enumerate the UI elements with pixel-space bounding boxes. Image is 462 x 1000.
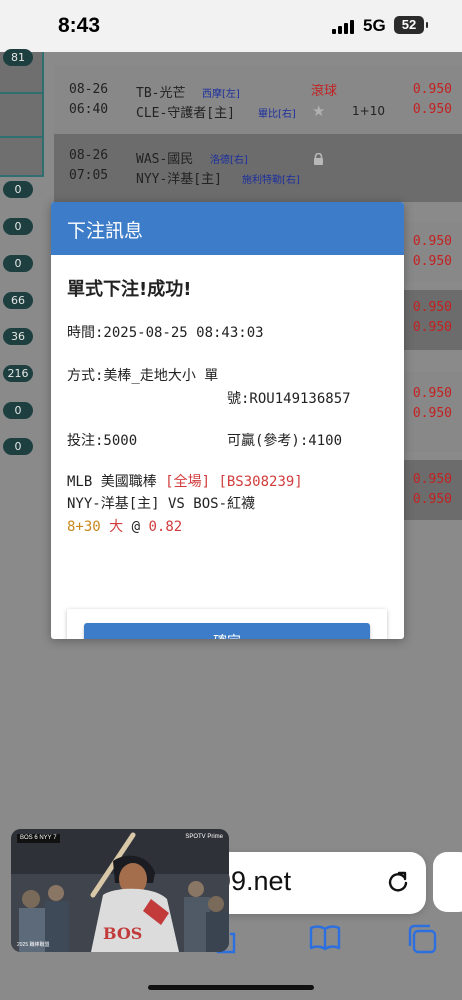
pitcher-away: 西摩[左]: [202, 89, 240, 100]
bookmarks-icon[interactable]: [308, 924, 342, 956]
bet-type: 滾球: [311, 84, 338, 99]
odds-over[interactable]: 0.950: [413, 300, 452, 315]
odds-under[interactable]: 0.950: [413, 406, 452, 421]
divider: [0, 92, 44, 94]
team-away: TB-光芒: [136, 86, 186, 101]
odds-under[interactable]: 0.950: [413, 492, 452, 507]
handicap: 1+10: [352, 104, 385, 118]
potential-win: 可贏(參考):4100: [227, 433, 343, 449]
count-badge[interactable]: 36: [3, 328, 33, 345]
lock-icon: [313, 150, 324, 165]
selection: 大: [109, 519, 124, 535]
odds-over[interactable]: 0.950: [413, 472, 452, 487]
odds-under[interactable]: 0.950: [413, 102, 452, 117]
bet-odds: 0.82: [148, 519, 183, 535]
count-badge[interactable]: 66: [3, 292, 33, 309]
sidebar: 81 0 0 0 66 36 216 0 0: [0, 49, 44, 472]
broadcast-caption: 2025 職棒聯盟: [17, 942, 50, 948]
odds-over[interactable]: 0.950: [413, 234, 452, 249]
league-line: MLB 美國職棒 [全場] [BS308239]: [67, 471, 303, 491]
game-time: 06:40: [69, 102, 109, 117]
game-row[interactable]: 08-26 06:40 TB-光芒 西摩[左] CLE-守護者[主] 畢比[右]…: [54, 66, 462, 134]
broadcaster-logo: SPOTV Prime: [185, 834, 223, 840]
line-value: 8+30: [67, 519, 101, 535]
success-message: 單式下注!成功!: [67, 279, 192, 300]
next-tab-preview[interactable]: [433, 852, 462, 912]
scoreboard: BOS 6 NYY 7: [17, 834, 60, 843]
game-time: 07:05: [69, 168, 109, 183]
selection-line: 8+30 大 @ 0.82: [67, 516, 182, 536]
svg-text:BOS: BOS: [103, 924, 142, 943]
divider: [0, 175, 44, 177]
count-badge[interactable]: 81: [3, 49, 33, 66]
reload-icon[interactable]: [384, 868, 412, 896]
confirm-panel: 確定: [67, 609, 387, 639]
signal-icon: [332, 18, 356, 34]
bet-scope: [全場]: [165, 474, 211, 490]
game-date: 08-26: [69, 82, 109, 97]
count-badge[interactable]: 0: [3, 402, 33, 419]
count-badge[interactable]: 0: [3, 438, 33, 455]
sidebar-panel: [0, 52, 44, 176]
battery-icon: 52: [394, 16, 428, 34]
odds-over[interactable]: 0.950: [413, 82, 452, 97]
matchup: NYY-洋基[主] VS BOS-紅襪: [67, 496, 256, 512]
pitcher-home: 畢比[右]: [258, 109, 296, 120]
game-row[interactable]: 08-26 07:05 WAS-國民 洛德[右] NYY-洋基[主] 施利特勒[…: [54, 134, 462, 202]
status-time: 8:43: [58, 14, 101, 37]
star-icon[interactable]: ★: [312, 102, 325, 120]
count-badge[interactable]: 0: [3, 218, 33, 235]
ticket-number: 號:ROU149136857: [227, 391, 351, 407]
team-away: WAS-國民: [136, 152, 194, 167]
pip-video[interactable]: BOS BOS 6 NYY 7 SPOTV Prime 2025 職棒聯盟: [11, 829, 229, 952]
stake-amount: 投注:5000: [67, 433, 138, 449]
bet-dialog: 下注訊息 單式下注!成功! 時間:2025-08-25 08:43:03 方式:…: [51, 202, 404, 639]
bet-code: [BS308239]: [218, 474, 303, 490]
dialog-title: 下注訊息: [51, 202, 404, 255]
network-label: 5G: [363, 16, 386, 35]
tabs-icon[interactable]: [405, 922, 439, 960]
team-home: CLE-守護者[主]: [136, 106, 235, 121]
odds-under[interactable]: 0.950: [413, 254, 452, 269]
pitcher-away: 洛德[右]: [210, 155, 248, 166]
home-indicator[interactable]: [148, 985, 314, 990]
pitcher-home: 施利特勒[右]: [242, 175, 300, 186]
game-date: 08-26: [69, 148, 109, 163]
odds-over[interactable]: 0.950: [413, 386, 452, 401]
team-home: NYY-洋基[主]: [136, 172, 222, 187]
bet-method: 方式:美棒_走地大小 單: [67, 368, 219, 384]
at-sign: @: [131, 519, 141, 535]
confirm-button[interactable]: 確定: [84, 623, 370, 639]
league-name: MLB 美國職棒: [67, 474, 157, 490]
count-badge[interactable]: 0: [3, 181, 33, 198]
count-badge[interactable]: 216: [3, 365, 33, 382]
odds-under[interactable]: 0.950: [413, 320, 452, 335]
video-frame-image: BOS: [11, 829, 229, 952]
divider: [0, 136, 44, 138]
count-badge[interactable]: 0: [3, 255, 33, 272]
status-bar: 8:43 5G 52: [0, 0, 462, 52]
bet-time: 時間:2025-08-25 08:43:03: [67, 325, 264, 341]
